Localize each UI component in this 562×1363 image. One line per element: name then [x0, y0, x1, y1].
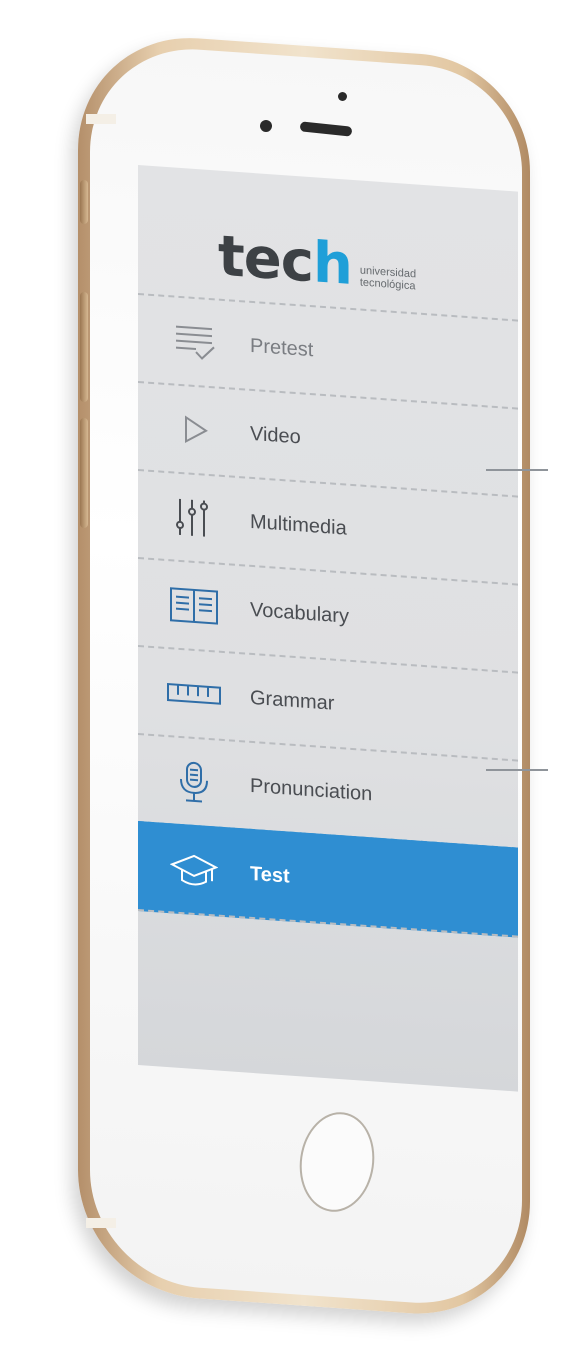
tech-logo: tech universidad tecnológica [218, 223, 416, 299]
logo-subtitle: universidad tecnológica [360, 265, 416, 293]
phone-mockup: tech universidad tecnológica Pretest Vid… [0, 0, 562, 1363]
front-camera [260, 120, 272, 132]
book-icon [162, 584, 226, 628]
app-screen: tech universidad tecnológica Pretest Vid… [138, 165, 518, 1092]
menu-label: Pretest [250, 334, 314, 361]
checklist-icon [162, 320, 226, 364]
menu-label: Vocabulary [250, 598, 349, 628]
antenna-band [86, 1218, 116, 1228]
antenna-band [86, 114, 116, 124]
callout-line [486, 769, 548, 771]
menu-label: Grammar [250, 686, 335, 715]
microphone-icon [162, 760, 226, 804]
logo-wordmark: tech [218, 223, 352, 298]
sliders-icon [162, 496, 226, 540]
menu-label: Test [250, 862, 290, 888]
course-menu: Pretest Video Multimedia Vocabulary Gram… [138, 293, 518, 938]
volume-up-button [80, 292, 88, 402]
proximity-sensor [338, 92, 347, 101]
menu-label: Pronunciation [250, 774, 373, 805]
volume-down-button [80, 418, 88, 528]
logo-subtitle-line2: tecnológica [359, 276, 416, 293]
ruler-icon [162, 672, 226, 716]
callout-line [486, 469, 548, 471]
graduation-cap-icon [162, 848, 226, 892]
menu-label: Multimedia [250, 510, 347, 540]
menu-label: Video [250, 422, 301, 448]
mute-switch [80, 180, 88, 224]
play-icon [162, 408, 226, 452]
